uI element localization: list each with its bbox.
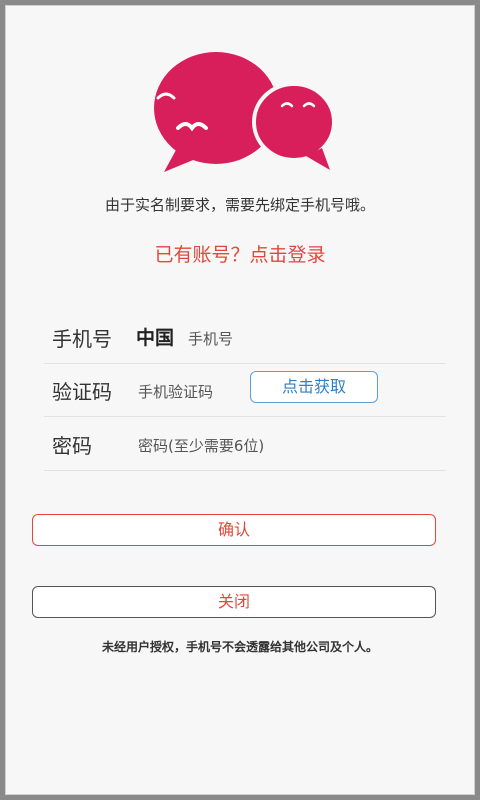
phone-label: 手机号	[52, 327, 112, 351]
password-row: 密码	[44, 418, 446, 471]
get-code-button[interactable]: 点击获取	[250, 371, 378, 403]
confirm-button[interactable]: 确认	[32, 514, 436, 546]
password-input[interactable]	[136, 432, 360, 460]
code-input[interactable]	[136, 378, 240, 406]
code-row: 验证码 点击获取	[44, 364, 446, 417]
login-link[interactable]: 已有账号？点击登录	[6, 240, 474, 267]
close-button[interactable]: 关闭	[32, 586, 436, 618]
chat-bubbles-logo-icon	[154, 52, 336, 172]
bind-phone-dialog: 由于实名制要求，需要先绑定手机号哦。 已有账号？点击登录 手机号 中国 验证码 …	[6, 6, 474, 794]
code-label: 验证码	[52, 380, 112, 404]
notice-text: 由于实名制要求，需要先绑定手机号哦。	[104, 196, 375, 214]
password-label: 密码	[52, 434, 92, 458]
privacy-footnote: 未经用户授权，手机号不会透露给其他公司及个人。	[101, 640, 378, 654]
country-selector[interactable]: 中国	[136, 323, 174, 350]
phone-row: 手机号 中国	[44, 311, 446, 364]
phone-input[interactable]	[186, 325, 390, 353]
